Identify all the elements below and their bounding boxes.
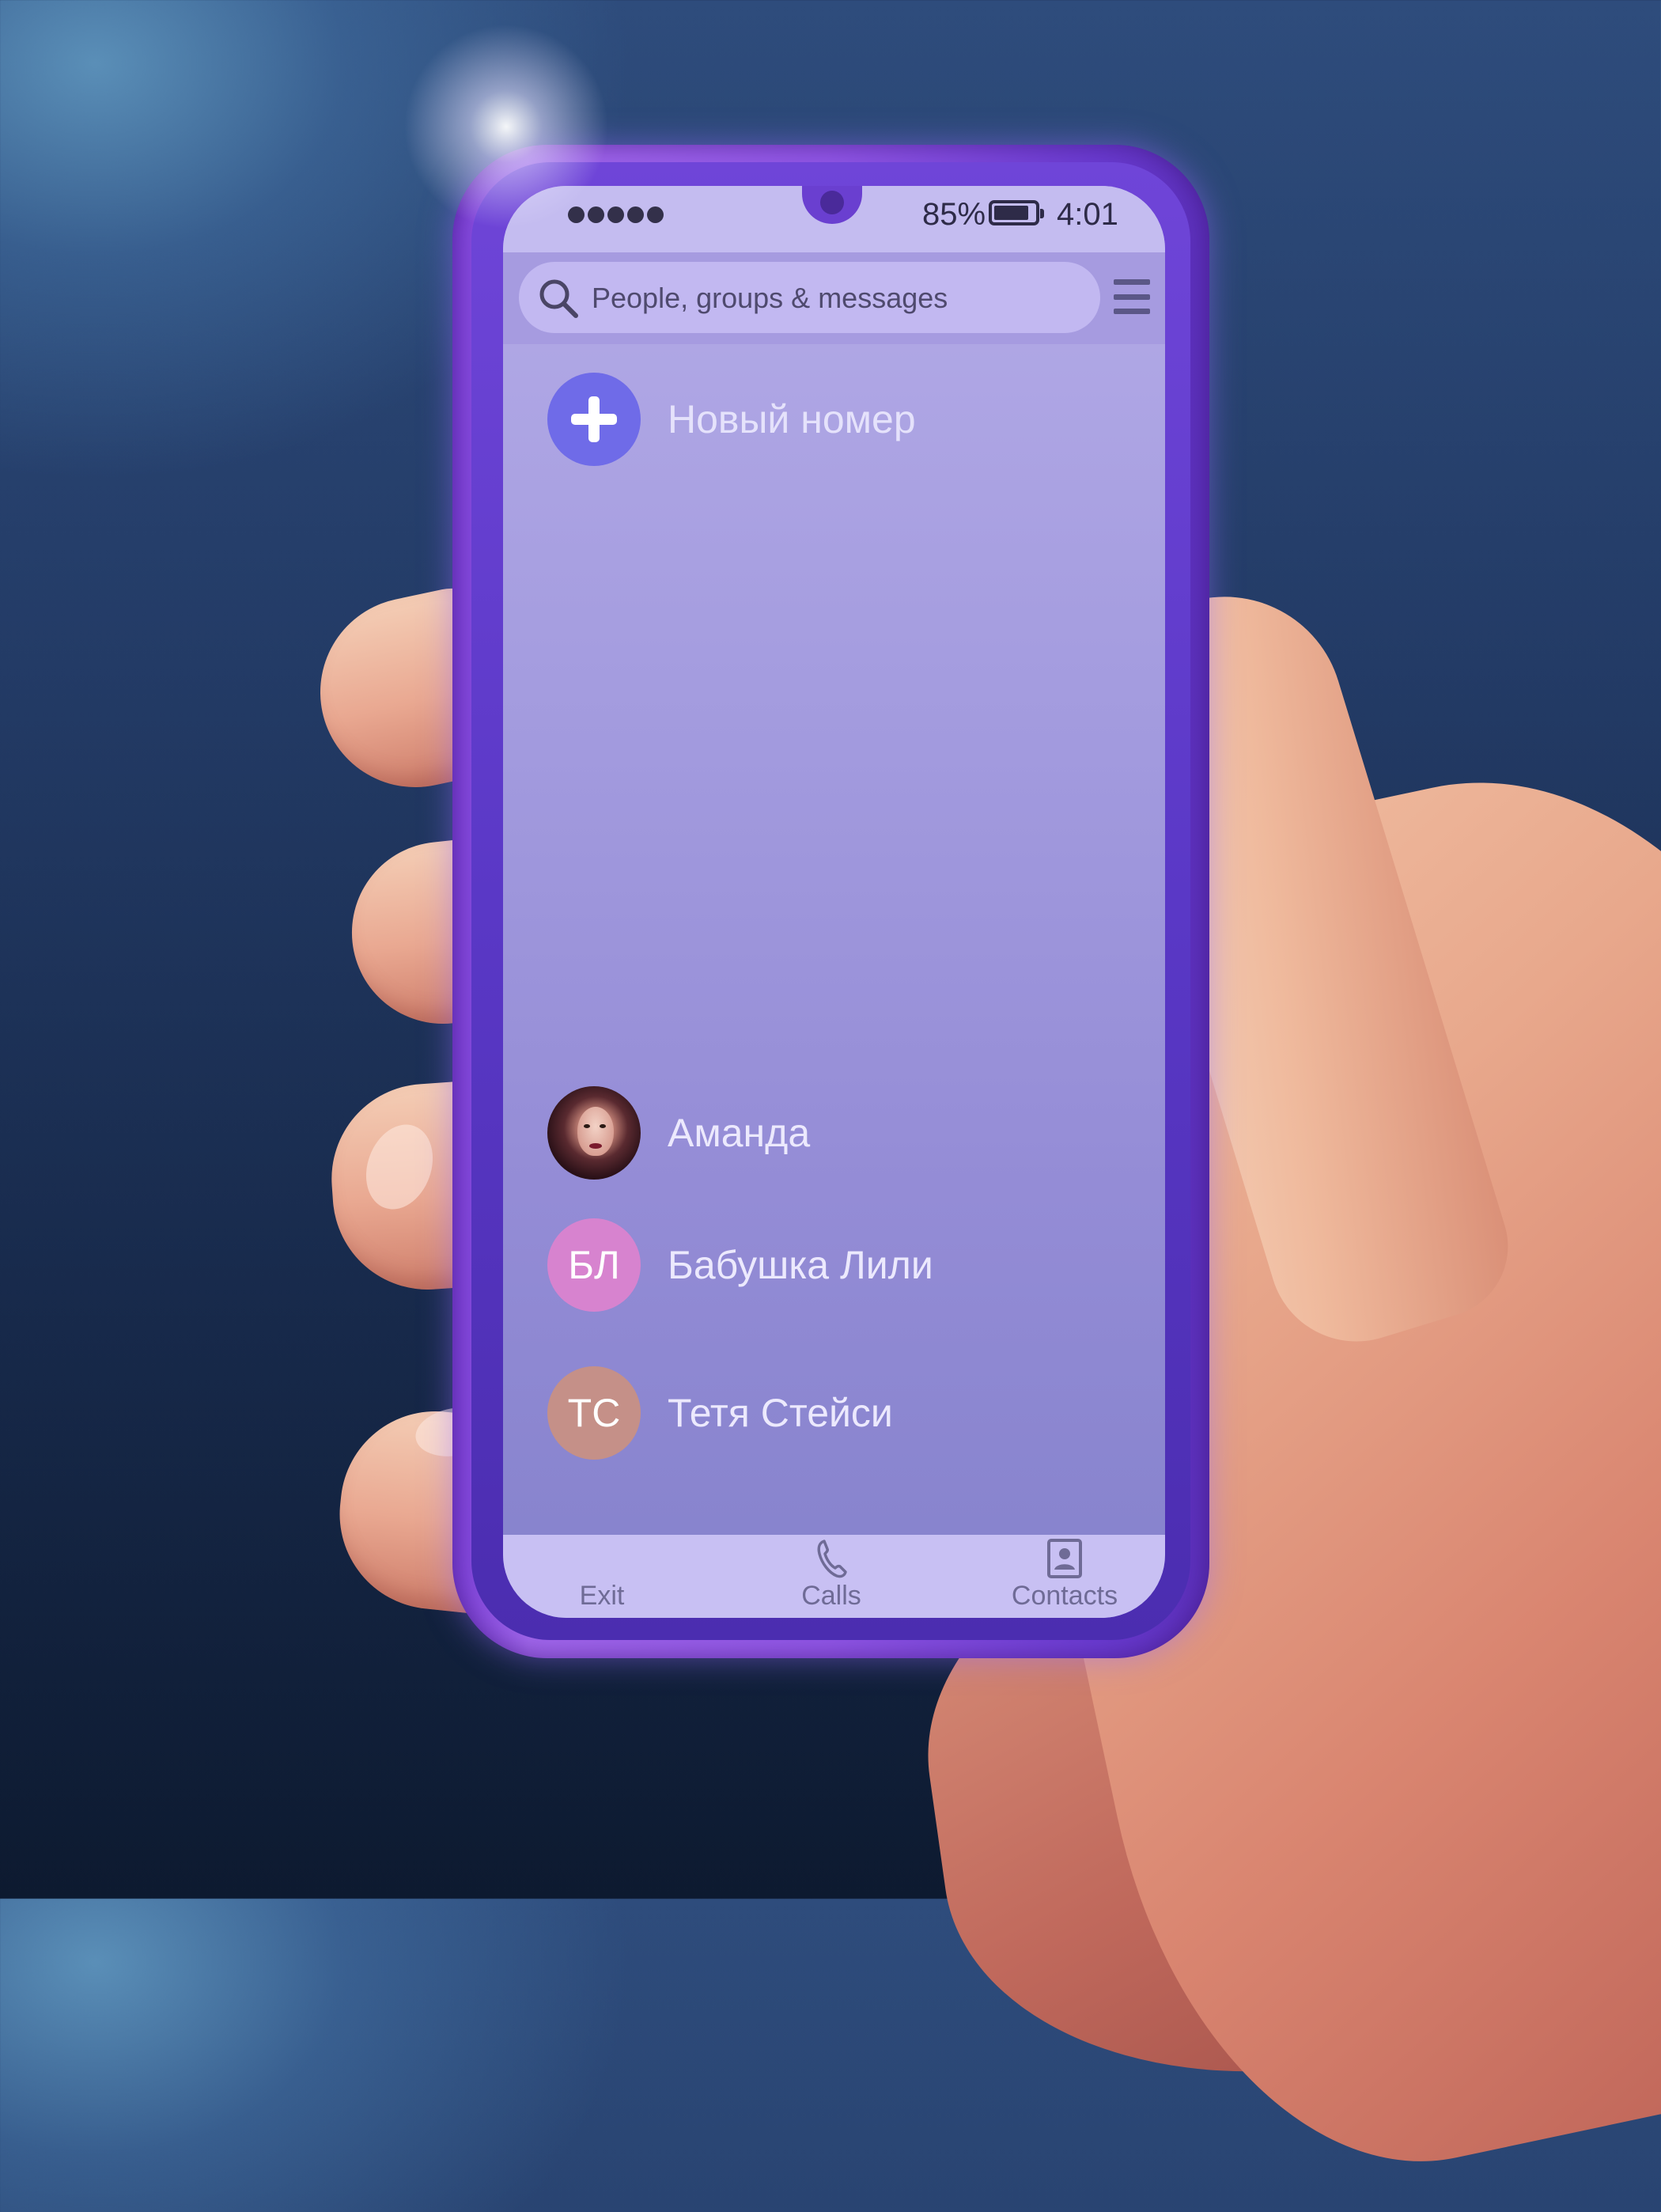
contact-row[interactable]: БЛ Бабушка Лили <box>547 1218 1133 1313</box>
phone-screen: 85% 4:01 Новый номер Аманда БЛ Ба <box>503 186 1165 1618</box>
status-bar: 85% 4:01 <box>503 186 1165 252</box>
nav-calls[interactable]: Calls <box>772 1535 891 1618</box>
nav-exit-label: Exit <box>579 1581 625 1611</box>
nav-contacts[interactable]: Contacts <box>978 1535 1152 1618</box>
status-time: 4:01 <box>1057 197 1118 232</box>
camera-notch <box>802 186 862 224</box>
nav-contacts-label: Contacts <box>1011 1581 1118 1611</box>
avatar <box>547 1086 641 1180</box>
contact-card-icon <box>1047 1539 1082 1578</box>
avatar: ТС <box>547 1366 641 1460</box>
contact-name: Тетя Стейси <box>668 1391 893 1435</box>
new-number-row[interactable]: Новый номер <box>547 373 1101 468</box>
signal-strength-icon <box>568 206 664 223</box>
search-header <box>503 252 1165 344</box>
battery-percentage: 85% <box>922 197 986 232</box>
phone-icon <box>817 1540 847 1578</box>
bottom-navigation: Exit Calls Contacts <box>503 1535 1165 1618</box>
battery-icon <box>989 200 1044 225</box>
plus-icon[interactable] <box>547 373 641 466</box>
nav-calls-label: Calls <box>801 1581 861 1611</box>
light-glare <box>403 24 609 229</box>
front-camera-icon <box>820 191 844 214</box>
search-input[interactable] <box>590 273 1084 324</box>
search-icon <box>539 279 578 318</box>
search-bar[interactable] <box>519 262 1100 333</box>
contact-name: Бабушка Лили <box>668 1243 933 1287</box>
new-number-label: Новый номер <box>668 397 916 441</box>
contact-row[interactable]: Аманда <box>547 1086 1133 1181</box>
contact-name: Аманда <box>668 1111 811 1155</box>
contact-row[interactable]: ТС Тетя Стейси <box>547 1366 1133 1461</box>
hamburger-menu-icon[interactable] <box>1114 279 1150 314</box>
nav-exit[interactable]: Exit <box>551 1535 653 1618</box>
avatar: БЛ <box>547 1218 641 1312</box>
